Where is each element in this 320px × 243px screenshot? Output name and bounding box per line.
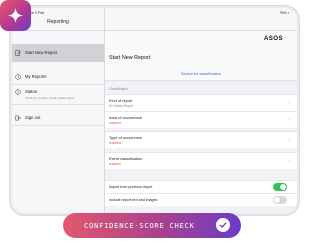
page-title: Start New Report: [109, 55, 151, 61]
confidence-score-check-button[interactable]: CONFIDENCE-SCORE CHECK: [63, 213, 241, 238]
include-toggle[interactable]: [273, 196, 287, 204]
sidebar-item-label: Status: [25, 89, 37, 94]
field-type-of-occurrence[interactable]: Type of occurrence required ›: [105, 131, 297, 148]
pill-label: CONFIDENCE-SCORE CHECK: [84, 221, 195, 230]
toggle-label: Import from previous report: [109, 185, 153, 189]
field-label: Area of occurrence: [109, 115, 142, 120]
chevron-right-icon: ›: [288, 100, 290, 106]
tablet-frame: Tue 2 Feb Reporting Start New Report My …: [10, 6, 299, 215]
chevron-right-icon: ›: [288, 158, 290, 164]
field-value: Air Safety Report: [109, 104, 134, 108]
import-toggle[interactable]: [273, 183, 287, 191]
field-label: Type of occurrence: [109, 135, 143, 140]
edit-icon: [15, 50, 21, 56]
checkmark-icon: [219, 222, 227, 228]
status-bar-right: 76% ▪: [105, 8, 297, 17]
app-screen: Tue 2 Feb Reporting Start New Report My …: [12, 8, 297, 213]
section-label: Classification: [109, 87, 128, 91]
sparkle-badge: [0, 0, 31, 31]
sidebar-item-label: My Reports: [25, 74, 47, 79]
check-circle: [216, 218, 230, 232]
main-panel: 76% ▪ ASOS Start New Report Search for c…: [105, 8, 297, 213]
signout-icon: [15, 115, 21, 121]
toggle-label: Include report text and images: [109, 198, 158, 202]
field-value: required: [109, 121, 121, 125]
chevron-right-icon: ›: [288, 137, 290, 143]
sparkle-icon: [7, 7, 24, 24]
sidebar-item-label: Sign out: [25, 115, 41, 120]
toggle-row-include: Include report text and images: [105, 193, 297, 206]
sidebar-item-status[interactable]: Status Check for updates, check upload s…: [12, 84, 104, 105]
chevron-right-icon: ›: [288, 117, 290, 123]
info-icon: [15, 89, 21, 95]
field-value: required: [109, 162, 121, 166]
sidebar-item-sublabel: Check for updates, check upload status: [25, 96, 74, 100]
header-card: ASOS Start New Report Search for classif…: [105, 31, 297, 81]
sidebar-item-label: Start New Report: [25, 50, 58, 55]
clock-icon: [15, 74, 21, 80]
sidebar: Tue 2 Feb Reporting Start New Report My …: [12, 8, 105, 213]
field-kind-of-report[interactable]: Kind of report Air Safety Report ›: [105, 94, 297, 111]
toggle-knob: [280, 184, 286, 190]
field-label: Event classification: [109, 156, 143, 161]
nav-bar: 76% ▪: [105, 8, 297, 31]
toggle-row-import: Import from previous report: [105, 180, 297, 193]
brand-logo: ASOS: [263, 35, 283, 42]
toggle-knob: [274, 197, 280, 203]
sidebar-item-start-new-report[interactable]: Start New Report: [12, 44, 104, 62]
field-label: Kind of report: [109, 98, 133, 103]
search-classification-link[interactable]: Search for classification: [105, 72, 297, 76]
field-area-of-occurrence[interactable]: Area of occurrence required ›: [105, 111, 297, 128]
field-event-classification[interactable]: Event classification required ›: [105, 152, 297, 169]
sidebar-item-sign-out[interactable]: Sign out: [12, 111, 104, 126]
field-value: required: [109, 141, 121, 145]
sidebar-item-my-reports[interactable]: My Reports: [12, 70, 104, 85]
battery-indicator: 76% ▪: [279, 11, 289, 15]
